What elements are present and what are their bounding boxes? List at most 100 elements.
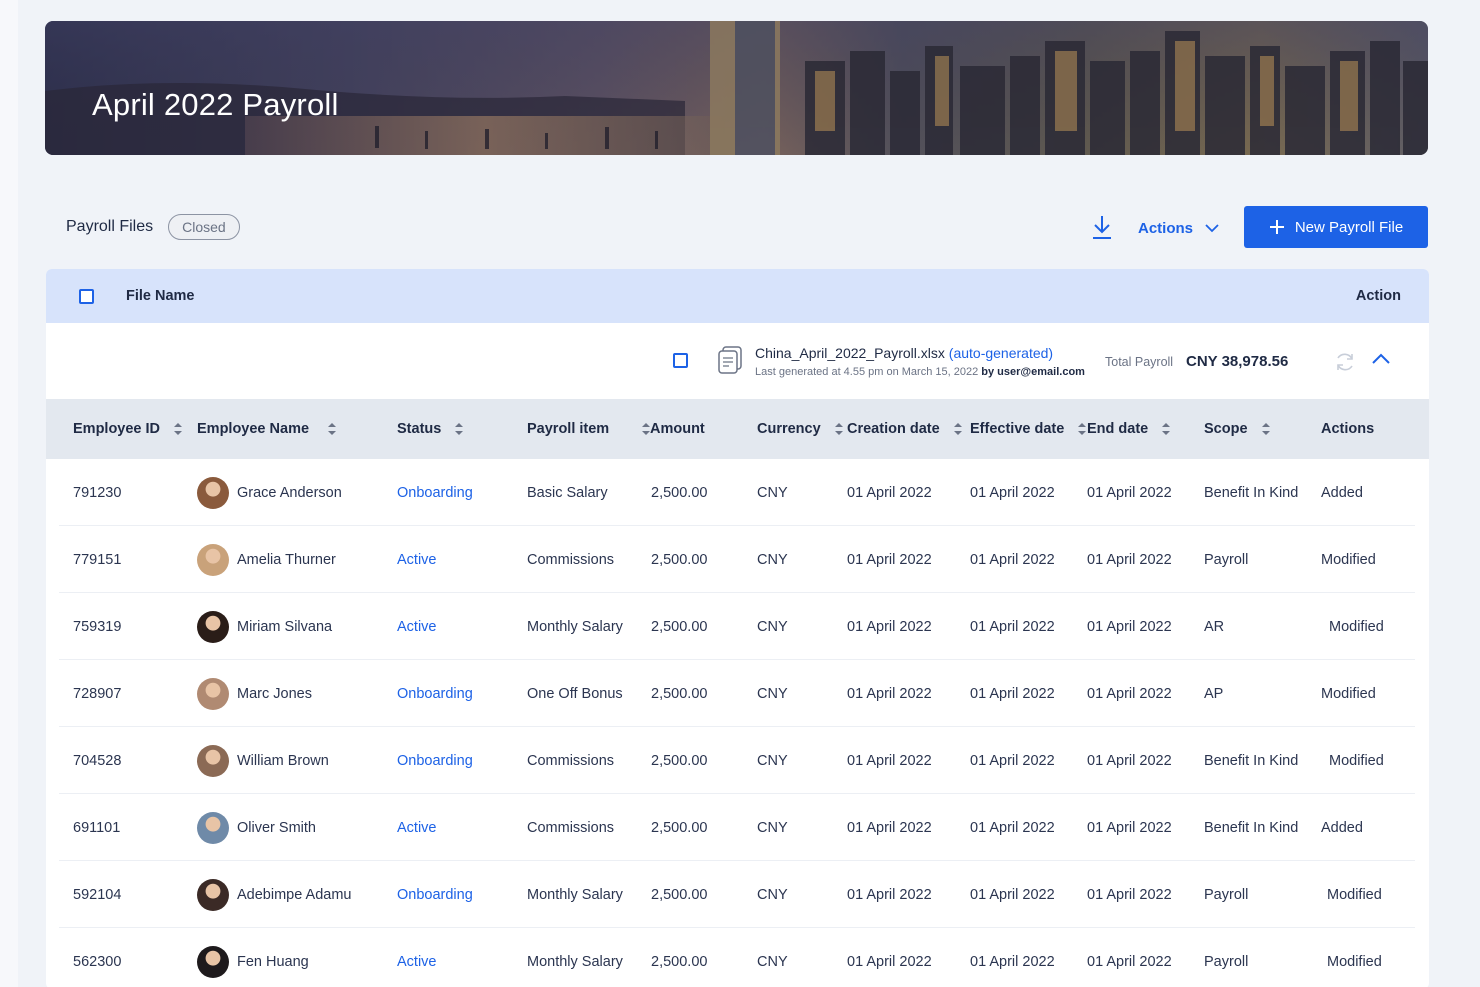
status-cell[interactable]: Onboarding	[397, 861, 473, 928]
status-cell[interactable]: Active	[397, 593, 437, 660]
plus-icon	[1269, 220, 1284, 234]
table-row[interactable]: 704528 William Brown Onboarding Commissions…	[46, 727, 1429, 794]
currency-cell-text: CNY	[757, 484, 788, 501]
action-cell-text: Modified	[1327, 886, 1382, 903]
employee-id-cell: 779151	[73, 526, 121, 593]
amount-cell-text: 2,500.00	[651, 551, 708, 568]
scope-cell: Benefit In Kind	[1204, 459, 1298, 526]
column-currency[interactable]: Currency	[757, 399, 843, 459]
creation-date-cell-text: 01 April 2022	[847, 484, 932, 501]
chevron-up-icon[interactable]	[1371, 353, 1391, 365]
status-cell-text[interactable]: Active	[397, 552, 437, 568]
currency-cell: CNY	[757, 727, 788, 794]
column-header-row: Employee ID Employee Name Status Payroll…	[46, 399, 1429, 459]
amount-cell: 2,500.00	[651, 593, 707, 660]
total-payroll-label: Total Payroll	[1105, 355, 1174, 369]
creation-date-cell: 01 April 2022	[847, 861, 932, 928]
status-cell-text[interactable]: Onboarding	[397, 887, 473, 903]
amount-cell-text: 2,500.00	[651, 752, 708, 769]
scope-cell-text: Payroll	[1204, 886, 1249, 903]
status-cell-text[interactable]: Active	[397, 954, 437, 970]
table-row[interactable]: 691101 Oliver Smith Active Commissions 2,500…	[46, 794, 1429, 861]
employee-name-cell-text: Marc Jones	[237, 685, 312, 702]
employee-name-cell-text: Amelia Thurner	[237, 551, 336, 568]
table-row[interactable]: 759319 Miriam Silvana Active Monthly Salary…	[46, 593, 1429, 660]
currency-cell: CNY	[757, 459, 788, 526]
column-creation-date[interactable]: Creation date	[847, 399, 962, 459]
scope-cell-text: Payroll	[1204, 551, 1249, 568]
column-scope[interactable]: Scope	[1204, 399, 1270, 459]
employee-name-cell: Grace Anderson	[197, 459, 342, 526]
table-row[interactable]: 592104 Adebimpe Adamu Onboarding Monthly Sa…	[46, 861, 1429, 928]
column-employee-name[interactable]: Employee Name	[197, 399, 337, 459]
currency-cell-text: CNY	[757, 752, 788, 769]
employee-name-cell: Marc Jones	[197, 660, 312, 727]
file-name-header: File Name	[126, 288, 195, 304]
employee-id-cell-text: 691101	[73, 819, 121, 836]
currency-cell-text: CNY	[757, 819, 788, 836]
sort-icon	[1162, 422, 1171, 436]
table-header: File Name Action	[46, 269, 1429, 323]
new-payroll-file-button[interactable]: New Payroll File	[1244, 206, 1428, 248]
currency-cell-text: CNY	[757, 685, 788, 702]
status-cell-text[interactable]: Onboarding	[397, 753, 473, 769]
select-all-checkbox[interactable]	[79, 289, 94, 304]
table-row[interactable]: 728907 Marc Jones Onboarding One Off Bonus 2…	[46, 660, 1429, 727]
status-cell-text[interactable]: Onboarding	[397, 686, 473, 702]
action-cell: Modified	[1329, 593, 1384, 660]
column-status[interactable]: Status	[397, 399, 464, 459]
status-cell[interactable]: Active	[397, 928, 437, 987]
status-cell[interactable]: Onboarding	[397, 727, 473, 794]
effective-date-cell: 01 April 2022	[970, 526, 1055, 593]
employee-id-cell-text: 562300	[73, 953, 122, 970]
refresh-icon[interactable]	[1334, 351, 1356, 373]
effective-date-cell: 01 April 2022	[970, 928, 1055, 987]
column-label: Currency	[757, 421, 821, 437]
payroll-item-cell: One Off Bonus	[527, 660, 623, 727]
file-name[interactable]: China_April_2022_Payroll.xlsx (auto-gene…	[755, 345, 1053, 361]
status-cell[interactable]: Onboarding	[397, 459, 473, 526]
employee-name-cell-text: Grace Anderson	[237, 484, 342, 501]
column-actions[interactable]: Actions	[1321, 399, 1374, 459]
table-row[interactable]: 791230 Grace Anderson Onboarding Basic Sala…	[46, 459, 1429, 526]
column-employee-id[interactable]: Employee ID	[73, 399, 183, 459]
creation-date-cell-text: 01 April 2022	[847, 618, 932, 635]
table-row[interactable]: 562300 Fen Huang Active Monthly Salary 2,500…	[46, 928, 1429, 987]
creation-date-cell-text: 01 April 2022	[847, 752, 932, 769]
column-label: End date	[1087, 421, 1149, 437]
scope-cell: Benefit In Kind	[1204, 794, 1298, 861]
status-cell[interactable]: Onboarding	[397, 660, 473, 727]
employee-name-cell: William Brown	[197, 727, 329, 794]
status-cell-text[interactable]: Onboarding	[397, 485, 473, 501]
currency-cell-text: CNY	[757, 886, 788, 903]
currency-cell: CNY	[757, 526, 788, 593]
download-icon[interactable]	[1090, 214, 1114, 240]
effective-date-cell: 01 April 2022	[970, 861, 1055, 928]
column-end-date[interactable]: End date	[1087, 399, 1171, 459]
avatar	[197, 476, 229, 509]
sort-icon	[834, 422, 843, 436]
effective-date-cell: 01 April 2022	[970, 660, 1055, 727]
payroll-item-cell: Commissions	[527, 727, 614, 794]
employee-id-cell-text: 728907	[73, 685, 122, 702]
column-label: Status	[397, 421, 442, 437]
effective-date-cell-text: 01 April 2022	[970, 484, 1055, 501]
creation-date-cell: 01 April 2022	[847, 727, 932, 794]
actions-dropdown[interactable]: Actions	[1138, 217, 1219, 239]
table-row[interactable]: 779151 Amelia Thurner Active Commissions 2,5…	[46, 526, 1429, 593]
employee-id-cell: 728907	[73, 660, 121, 727]
payroll-item-cell-text: Commissions	[527, 551, 615, 568]
end-date-cell-text: 01 April 2022	[1087, 618, 1172, 635]
file-meta: Last generated at 4.55 pm on March 15, 2…	[755, 366, 1085, 378]
status-cell[interactable]: Active	[397, 526, 437, 593]
payroll-item-cell: Basic Salary	[527, 459, 608, 526]
status-cell-text[interactable]: Active	[397, 820, 437, 836]
status-cell-text[interactable]: Active	[397, 619, 437, 635]
file-checkbox[interactable]	[673, 353, 688, 368]
effective-date-cell-text: 01 April 2022	[970, 752, 1055, 769]
column-label: Creation date	[847, 421, 940, 437]
status-cell[interactable]: Active	[397, 794, 437, 861]
column-effective-date[interactable]: Effective date	[970, 399, 1087, 459]
column-amount[interactable]: Amount	[642, 399, 705, 459]
column-payroll-item[interactable]: Payroll item	[527, 399, 609, 459]
